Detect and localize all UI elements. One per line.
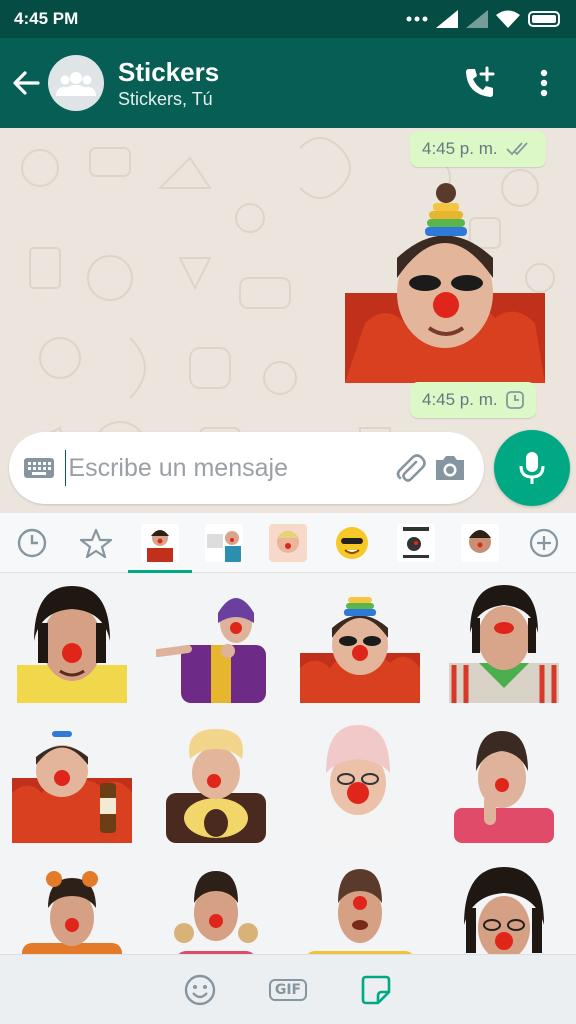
sticker-tab-button[interactable]	[353, 967, 399, 1013]
sticker-message[interactable]	[345, 183, 545, 383]
sticker-red-nose	[433, 292, 459, 318]
signal-icon	[436, 10, 458, 28]
emoji-gif-sticker-bar: GIF	[0, 954, 576, 1024]
sticker-item[interactable]	[300, 723, 420, 843]
chat-title: Stickers	[118, 56, 220, 87]
sticker-panel: GIF	[0, 513, 576, 1024]
tab-favorites[interactable]	[64, 513, 128, 573]
clock-icon	[17, 528, 47, 557]
tab-pack-2[interactable]	[192, 513, 256, 573]
paperclip-icon	[397, 454, 427, 482]
pack-1-thumbnail	[141, 523, 179, 562]
arrow-left-icon	[13, 71, 40, 95]
star-icon	[80, 528, 112, 558]
double-check-icon	[505, 142, 528, 156]
sticker-item[interactable]	[444, 863, 564, 954]
voice-message-button[interactable]	[494, 430, 570, 506]
tab-pack-1[interactable]	[128, 513, 192, 573]
sticker-timestamp: 4:45 p. m.	[410, 382, 536, 418]
camera-button[interactable]	[430, 454, 470, 482]
sticker-pack-tabs	[0, 513, 576, 573]
sticker-item[interactable]	[12, 583, 132, 703]
message-input[interactable]	[68, 453, 391, 483]
sticker-item[interactable]	[12, 863, 132, 954]
sticker-item[interactable]	[156, 583, 276, 703]
gif-icon: GIF	[268, 978, 308, 1001]
status-time: 4:45 PM	[14, 9, 79, 28]
sticker-item[interactable]	[444, 583, 564, 703]
message-bubble[interactable]: 4:45 p. m.	[410, 131, 546, 167]
sticker-item[interactable]	[300, 583, 420, 703]
sticker-item[interactable]	[300, 863, 420, 954]
battery-icon	[528, 11, 560, 27]
pack-2-thumbnail	[205, 523, 243, 562]
chat-header: Stickers Stickers, Tú	[0, 38, 576, 128]
tab-pack-5[interactable]	[384, 513, 448, 573]
status-bar: 4:45 PM	[0, 0, 576, 38]
camera-icon	[436, 456, 465, 480]
sticker-icon	[361, 975, 391, 1004]
pack-4-thumbnail	[333, 524, 371, 562]
tab-recent[interactable]	[0, 513, 64, 573]
add-call-icon	[466, 66, 495, 97]
attach-button[interactable]	[390, 452, 430, 484]
tab-pack-6[interactable]	[448, 513, 512, 573]
message-composer	[9, 432, 484, 504]
pack-6-thumbnail	[461, 523, 499, 562]
pack-5-thumbnail	[397, 523, 435, 562]
message-time: 4:45 p. m.	[422, 139, 498, 158]
clock-pending-icon	[505, 391, 524, 409]
emoji-tab-button[interactable]	[177, 967, 223, 1013]
back-button[interactable]	[0, 71, 52, 95]
group-icon	[56, 72, 96, 96]
sticker-grid	[0, 573, 576, 954]
sticker-item[interactable]	[156, 863, 276, 954]
emoji-icon	[184, 974, 216, 1005]
more-notifications-icon	[406, 16, 428, 22]
overflow-menu-button[interactable]	[512, 69, 576, 97]
text-caret	[65, 450, 67, 486]
group-avatar[interactable]	[48, 55, 104, 111]
microphone-icon	[519, 452, 545, 484]
sticker-item[interactable]	[12, 723, 132, 843]
keyboard-icon	[24, 458, 54, 478]
add-call-button[interactable]	[448, 66, 512, 100]
keyboard-toggle-button[interactable]	[23, 456, 55, 480]
chat-titles[interactable]: Stickers Stickers, Tú	[118, 57, 448, 110]
tab-pack-4[interactable]	[320, 513, 384, 573]
sticker-time: 4:45 p. m.	[422, 390, 498, 409]
pack-3-thumbnail	[269, 523, 307, 562]
sticker-item[interactable]	[156, 723, 276, 843]
add-circle-icon	[529, 528, 559, 557]
tab-add-pack[interactable]	[512, 513, 576, 573]
tab-pack-3[interactable]	[256, 513, 320, 573]
wifi-icon	[496, 10, 520, 28]
system-icons	[406, 10, 562, 28]
sticker-item[interactable]	[444, 723, 564, 843]
signal-2-icon	[466, 10, 488, 28]
more-vertical-icon	[540, 69, 548, 97]
gif-tab-button[interactable]: GIF	[265, 967, 311, 1013]
chat-participants: Stickers, Tú	[118, 88, 213, 109]
